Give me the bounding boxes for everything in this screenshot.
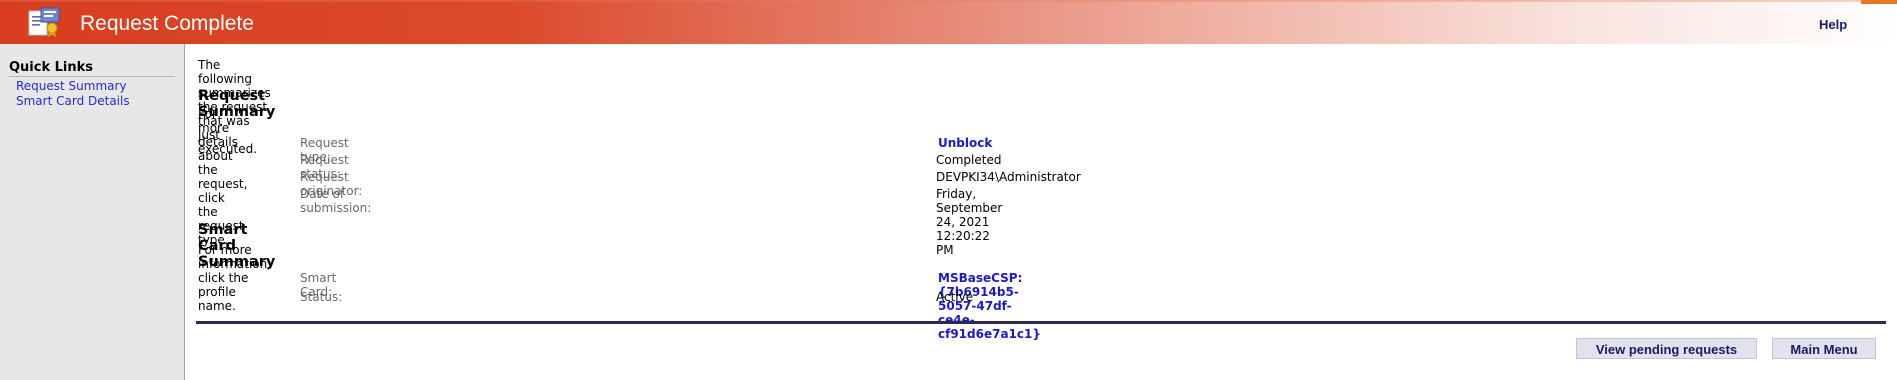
status-value: Active xyxy=(936,290,974,304)
section-divider xyxy=(196,321,1886,324)
certificate-document-icon xyxy=(28,7,60,37)
sidebar: Quick Links Request Summary Smart Card D… xyxy=(0,44,185,380)
header-top-line xyxy=(0,0,1897,2)
request-type-link[interactable]: Unblock xyxy=(938,136,992,150)
quick-link-smart-card-details[interactable]: Smart Card Details xyxy=(16,94,130,108)
view-pending-requests-button[interactable]: View pending requests xyxy=(1576,338,1757,359)
smart-card-summary-description: For more information, click the profile … xyxy=(198,243,272,313)
help-link[interactable]: Help xyxy=(1819,17,1847,32)
date-of-submission-value: Friday, September 24, 2021 12:20:22 PM xyxy=(936,187,1003,257)
page-title: Request Complete xyxy=(80,12,254,35)
date-of-submission-label: Date of submission: xyxy=(300,187,372,215)
header-banner: Request Complete Help xyxy=(0,0,1897,44)
request-originator-value: DEVPKI34\Administrator xyxy=(936,170,1081,184)
quick-links-title: Quick Links xyxy=(9,60,175,77)
corner-accent xyxy=(1861,0,1897,4)
status-label: Status: xyxy=(300,290,343,304)
quick-link-request-summary[interactable]: Request Summary xyxy=(16,79,127,93)
main-menu-button[interactable]: Main Menu xyxy=(1772,338,1876,359)
smart-card-link[interactable]: MSBaseCSP:{7b6914b5-5057-47df-ce4e-cf91d… xyxy=(938,271,1041,341)
request-status-value: Completed xyxy=(936,153,1002,167)
